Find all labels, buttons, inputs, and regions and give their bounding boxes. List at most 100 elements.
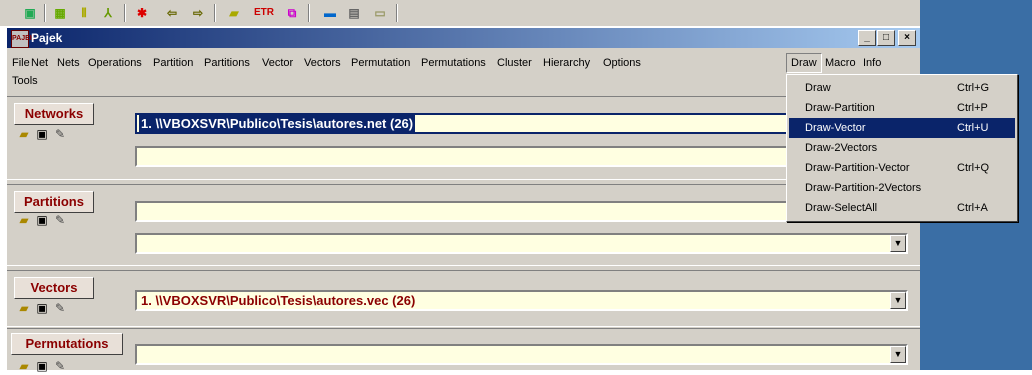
maximize-button[interactable]: □ bbox=[877, 30, 895, 46]
chevron-down-icon[interactable]: ▼ bbox=[890, 292, 906, 309]
menu-item-label: Draw bbox=[805, 82, 831, 94]
partitions-field-2-value bbox=[139, 235, 143, 252]
toolbar-separator bbox=[396, 4, 398, 22]
permutations-field[interactable]: ▼ bbox=[135, 344, 908, 365]
draw-partition-vector-menu-item[interactable]: Draw-Partition-Vector Ctrl+Q bbox=[789, 158, 1015, 178]
menu-file[interactable]: File bbox=[12, 55, 30, 71]
pajek-logo-icon: PAJEK bbox=[11, 30, 35, 48]
menu-bar: File Net Nets Operations Partition Parti… bbox=[7, 53, 920, 73]
menu-item-label: Draw-SelectAll bbox=[805, 202, 878, 214]
toolbar-separator bbox=[214, 4, 216, 22]
edit-icon[interactable]: ✎ bbox=[52, 213, 68, 227]
open-folder-icon[interactable]: ▰ bbox=[16, 359, 32, 373]
menu-bar-second-row: Tools bbox=[7, 73, 920, 91]
menu-nets[interactable]: Nets bbox=[57, 55, 80, 71]
menu-permutations[interactable]: Permutations bbox=[421, 55, 486, 71]
menu-macro[interactable]: Macro bbox=[825, 55, 856, 71]
draw-menu-popup: Draw Ctrl+G Draw-Partition Ctrl+P Draw-V… bbox=[786, 74, 1018, 222]
draw-menu-item[interactable]: Draw Ctrl+G bbox=[789, 78, 1015, 98]
networks-file-icons: ▰ ▣ ✎ bbox=[16, 127, 70, 143]
draw-selectall-menu-item[interactable]: Draw-SelectAll Ctrl+A bbox=[789, 198, 1015, 218]
save-icon[interactable]: ▣ bbox=[34, 213, 50, 227]
networks-field-2-value bbox=[139, 148, 143, 165]
menu-info[interactable]: Info bbox=[863, 55, 881, 71]
edit-icon[interactable]: ✎ bbox=[52, 127, 68, 141]
menu-item-label: Draw-2Vectors bbox=[805, 142, 878, 154]
arrow-left-icon[interactable]: ⇦ bbox=[164, 5, 180, 21]
permutations-field-value bbox=[139, 346, 143, 363]
arrow-right-icon[interactable]: ⇨ bbox=[190, 5, 206, 21]
menu-draw[interactable]: Draw bbox=[786, 53, 822, 73]
network-icon[interactable]: ⧉ bbox=[284, 5, 300, 21]
window-title: Pajek bbox=[31, 31, 63, 45]
pajek-window: PAJEK Pajek _ □ × File Net Nets Operatio… bbox=[7, 28, 920, 374]
menu-partitions[interactable]: Partitions bbox=[204, 55, 250, 71]
menu-permutation[interactable]: Permutation bbox=[351, 55, 410, 71]
open-folder-icon[interactable]: ▰ bbox=[16, 127, 32, 141]
chevron-down-icon[interactable]: ▼ bbox=[890, 235, 906, 252]
folder-icon[interactable]: ▭ bbox=[372, 5, 388, 21]
permutations-file-icons: ▰ ▣ ✎ bbox=[16, 359, 70, 375]
partitions-field-2[interactable]: ▼ bbox=[135, 233, 908, 254]
menu-item-shortcut: Ctrl+G bbox=[957, 82, 990, 94]
save-icon[interactable]: ▣ bbox=[34, 301, 50, 315]
window-controls: _ □ × bbox=[857, 30, 916, 46]
partitions-field-1[interactable] bbox=[135, 201, 790, 222]
draw-icon[interactable]: ▰ bbox=[226, 5, 242, 21]
partitions-field-1-value bbox=[139, 203, 143, 220]
chart-icon[interactable]: ⫴ bbox=[76, 5, 92, 21]
title-bar[interactable]: PAJEK Pajek _ □ × bbox=[7, 28, 920, 48]
draw-2vectors-menu-item[interactable]: Draw-2Vectors bbox=[789, 138, 1015, 158]
toolbar-separator bbox=[44, 4, 46, 22]
permutations-button[interactable]: Permutations bbox=[11, 333, 123, 355]
menu-tools[interactable]: Tools bbox=[12, 73, 38, 89]
menu-item-label: Draw-Vector bbox=[805, 122, 866, 134]
tree-icon[interactable]: ⅄ bbox=[100, 5, 116, 21]
text-icon[interactable]: ETR bbox=[254, 5, 274, 21]
chevron-down-icon[interactable]: ▼ bbox=[890, 346, 906, 363]
app-icon[interactable]: ▣ bbox=[22, 5, 38, 21]
vectors-panel: Vectors ▰ ▣ ✎ 1. \\VBOXSVR\Publico\Tesis\a… bbox=[7, 270, 920, 327]
menu-item-label: Draw-Partition-2Vectors bbox=[805, 182, 922, 194]
save-icon[interactable]: ▣ bbox=[34, 359, 50, 373]
report-icon[interactable]: ▤ bbox=[346, 5, 362, 21]
minimize-button[interactable]: _ bbox=[858, 30, 876, 46]
top-toolbar: ▣ ▦ ⫴ ⅄ ✱ ⇦ ⇨ ▰ ETR ⧉ ▬ ▤ ▭ bbox=[0, 0, 920, 26]
draw-vector-menu-item[interactable]: Draw-Vector Ctrl+U bbox=[789, 118, 1015, 138]
permutations-panel: Permutations ▰ ▣ ✎ ▼ bbox=[7, 328, 920, 374]
grid-icon[interactable]: ▦ bbox=[52, 5, 68, 21]
save-icon[interactable]: ▣ bbox=[34, 127, 50, 141]
screen-icon[interactable]: ▬ bbox=[322, 5, 338, 21]
menu-vectors[interactable]: Vectors bbox=[304, 55, 341, 71]
networks-field-1[interactable]: 1. \\VBOXSVR\Publico\Tesis\autores.net (… bbox=[135, 113, 790, 134]
open-folder-icon[interactable]: ▰ bbox=[16, 301, 32, 315]
networks-button[interactable]: Networks bbox=[14, 103, 94, 125]
toolbar-separator bbox=[124, 4, 126, 22]
menu-partition[interactable]: Partition bbox=[153, 55, 193, 71]
networks-field-2[interactable] bbox=[135, 146, 790, 167]
menu-operations[interactable]: Operations bbox=[88, 55, 142, 71]
partitions-panel: Partitions ▰ ▣ ✎ ▼ bbox=[7, 184, 920, 266]
vectors-button[interactable]: Vectors bbox=[14, 277, 94, 299]
menu-hierarchy[interactable]: Hierarchy bbox=[543, 55, 590, 71]
menu-net[interactable]: Net bbox=[31, 55, 48, 71]
menu-cluster[interactable]: Cluster bbox=[497, 55, 532, 71]
draw-partition-2vectors-menu-item[interactable]: Draw-Partition-2Vectors bbox=[789, 178, 1015, 198]
menu-item-shortcut: Ctrl+Q bbox=[957, 162, 990, 174]
menu-options[interactable]: Options bbox=[603, 55, 641, 71]
networks-selected-value: 1. \\VBOXSVR\Publico\Tesis\autores.net (… bbox=[139, 115, 416, 132]
edit-icon[interactable]: ✎ bbox=[52, 301, 68, 315]
draw-partition-menu-item[interactable]: Draw-Partition Ctrl+P bbox=[789, 98, 1015, 118]
close-button[interactable]: × bbox=[898, 30, 916, 46]
partitions-button[interactable]: Partitions bbox=[14, 191, 94, 213]
star-icon[interactable]: ✱ bbox=[134, 5, 150, 21]
vectors-field[interactable]: 1. \\VBOXSVR\Publico\Tesis\autores.vec (… bbox=[135, 290, 908, 311]
vectors-file-icons: ▰ ▣ ✎ bbox=[16, 301, 70, 317]
menu-vector[interactable]: Vector bbox=[262, 55, 293, 71]
open-folder-icon[interactable]: ▰ bbox=[16, 213, 32, 227]
edit-icon[interactable]: ✎ bbox=[52, 359, 68, 373]
menu-item-shortcut: Ctrl+P bbox=[957, 102, 988, 114]
partitions-file-icons: ▰ ▣ ✎ bbox=[16, 213, 70, 229]
vectors-field-value: 1. \\VBOXSVR\Publico\Tesis\autores.vec (… bbox=[141, 293, 416, 308]
networks-panel: Networks ▰ ▣ ✎ 1. \\VBOXSVR\Publico\Tesis\… bbox=[7, 96, 920, 180]
